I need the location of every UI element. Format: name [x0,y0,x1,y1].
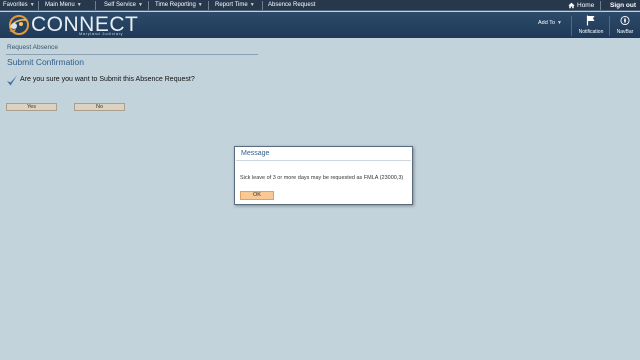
yes-button[interactable]: Yes [6,103,57,111]
chevron-down-icon: ▼ [138,2,143,8]
navbar-label: NavBar [616,29,634,35]
nav-report-time-label: Report Time [215,2,248,8]
nav-divider [38,1,39,10]
nav-absence-request[interactable]: Absence Request [268,0,315,11]
chevron-down-icon: ▼ [29,2,35,8]
message-dialog: Message Sick leave of 3 or more days may… [234,146,413,205]
header-divider [571,16,572,36]
breadcrumb-divider [6,54,258,55]
home-label: Home [577,2,595,9]
checkmark-icon [7,75,17,86]
nav-self-service-label: Self Service [104,2,137,8]
header-divider [609,16,610,36]
nav-absence-request-label: Absence Request [268,2,316,8]
add-to-label: Add To [538,20,556,26]
nav-divider [600,1,601,10]
nav-main-menu[interactable]: Main Menu ▼ [45,0,82,11]
dialog-title: Message [241,150,270,157]
ok-button[interactable]: OK [240,191,274,200]
top-nav-bar: Favorites ▼ Main Menu ▼ Self Service ▼ T… [0,0,640,11]
home-link[interactable]: Home [568,0,594,11]
nav-favorites-label: Favorites [3,2,28,8]
no-button[interactable]: No [74,103,125,111]
nav-self-service[interactable]: Self Service ▼ [104,0,143,11]
notification-button[interactable]: Notification [574,14,608,37]
chevron-down-icon: ▼ [557,20,562,26]
header-banner: CONNECT Maryland Judiciary Add To ▼ Noti… [0,12,640,38]
home-icon [568,2,575,9]
notification-label: Notification [578,29,604,35]
navbar-button[interactable]: NavBar [612,14,638,37]
flag-icon [586,15,595,26]
dialog-message: Sick leave of 3 or more days may be requ… [240,175,404,181]
nav-favorites[interactable]: Favorites ▼ [3,0,35,11]
confirmation-question: Are you sure you want to Submit this Abs… [20,76,195,83]
logo-subtitle: Maryland Judiciary [79,31,124,36]
breadcrumb: Request Absence [7,44,58,51]
chevron-down-icon: ▼ [249,2,255,8]
dialog-divider [236,160,411,161]
nav-time-reporting-label: Time Reporting [155,2,196,8]
connect-logo-icon [9,15,29,35]
nav-time-reporting[interactable]: Time Reporting ▼ [155,0,203,11]
nav-divider [95,1,96,10]
add-to-menu[interactable]: Add To ▼ [538,20,562,26]
sign-out-link[interactable]: Sign out [610,0,636,11]
page-title: Submit Confirmation [7,57,85,67]
nav-divider [262,1,263,10]
nav-divider [148,1,149,10]
nav-main-menu-label: Main Menu [45,2,75,8]
chevron-down-icon: ▼ [76,2,82,8]
nav-report-time[interactable]: Report Time ▼ [215,0,255,11]
chevron-down-icon: ▼ [197,2,203,8]
compass-icon [620,15,630,26]
sign-out-label: Sign out [610,2,636,9]
nav-divider [208,1,209,10]
